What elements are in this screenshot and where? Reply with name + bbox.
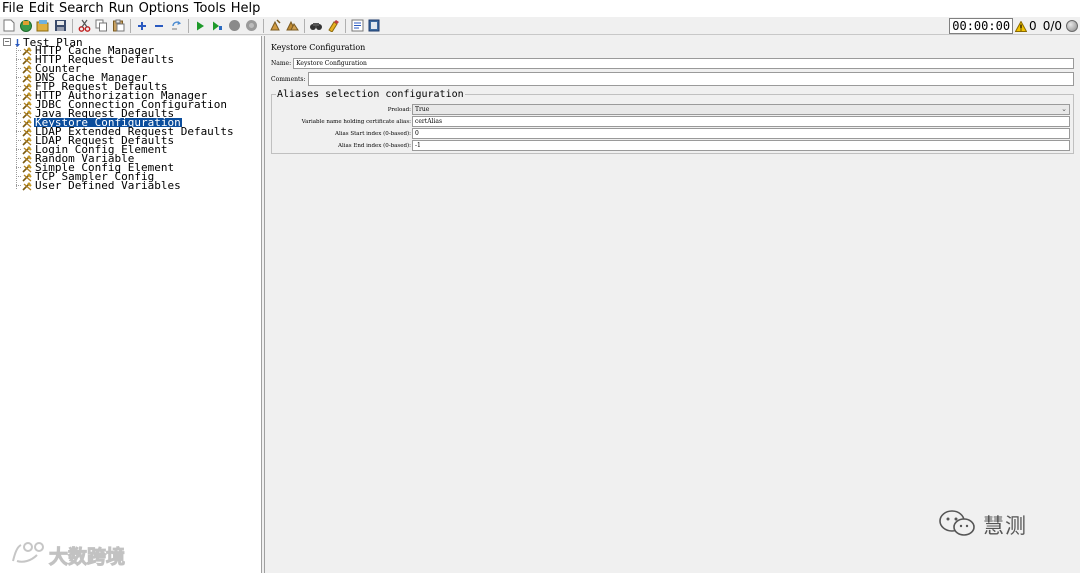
toolbar-separator <box>72 18 73 33</box>
elapsed-timer: 00:00:00 <box>949 18 1014 34</box>
end-index-label: Alias End index (0-based): <box>338 142 411 149</box>
collapse-toggle-icon[interactable]: − <box>3 38 11 46</box>
function-helper-icon[interactable] <box>349 19 365 33</box>
watermark-logo-icon <box>10 541 46 569</box>
menu-help[interactable]: Help <box>231 0 261 17</box>
menu-search[interactable]: Search <box>59 0 104 17</box>
reset-search-icon[interactable] <box>325 19 341 33</box>
paste-icon[interactable] <box>110 19 126 33</box>
comments-field[interactable] <box>307 72 1074 86</box>
new-icon[interactable] <box>1 19 17 33</box>
menu-tools[interactable]: Tools <box>194 0 226 17</box>
tree-item-label: User Defined Variables <box>35 179 181 192</box>
warning-count: 0 <box>1029 19 1037 33</box>
help-icon[interactable] <box>366 19 382 33</box>
tree-items: HTTP Cache Manager HTTP Request Defaults… <box>16 45 235 192</box>
name-row: Name: Keystore Configuration <box>271 57 1074 69</box>
toolbar-separator <box>263 18 264 33</box>
config-panel: Keystore Configuration Name: Keystore Co… <box>264 36 1080 573</box>
group-title: Aliases selection configuration <box>276 89 465 100</box>
preload-value: True <box>415 106 430 113</box>
toolbar-separator <box>188 18 189 33</box>
menu-edit[interactable]: Edit <box>29 0 54 17</box>
variable-row: Variable name holding certificate alias:… <box>272 116 1073 127</box>
start-no-pauses-icon[interactable] <box>209 19 225 33</box>
clear-all-icon[interactable] <box>284 19 300 33</box>
panel-title: Keystore Configuration <box>271 43 366 52</box>
end-index-row: Alias End index (0-based): -1 <box>272 140 1073 151</box>
cut-icon[interactable] <box>76 19 92 33</box>
collapse-icon[interactable] <box>151 19 167 33</box>
stop-icon[interactable] <box>226 19 242 33</box>
open-icon[interactable] <box>35 19 51 33</box>
name-field[interactable]: Keystore Configuration <box>293 57 1074 69</box>
watermark-right-text: 慧测 <box>983 514 1027 538</box>
run-status-light-icon <box>1066 20 1078 32</box>
toolbar-separator <box>130 18 131 33</box>
variable-field[interactable]: certAlias <box>412 116 1070 127</box>
warning-icon[interactable] <box>1014 17 1028 36</box>
toggle-icon[interactable] <box>168 19 184 33</box>
aliases-selection-group: Aliases selection configuration Preload:… <box>271 89 1074 154</box>
start-index-label: Alias Start index (0-based): <box>334 130 411 137</box>
preload-row: Preload: True ⌄ <box>272 104 1073 115</box>
toolbar-separator <box>304 18 305 33</box>
start-index-field[interactable]: 0 <box>412 128 1070 139</box>
shutdown-icon[interactable] <box>243 19 259 33</box>
preload-label: Preload: <box>387 106 411 113</box>
variable-label: Variable name holding certificate alias: <box>301 118 411 125</box>
wechat-icon <box>937 508 977 542</box>
toolbar: 00:00:00 0 0/0 <box>0 17 1080 35</box>
menu-bar: File Edit Search Run Options Tools Help <box>0 0 1080 17</box>
chevron-down-icon[interactable]: ⌄ <box>1061 105 1067 114</box>
preload-select[interactable]: True ⌄ <box>412 104 1070 115</box>
toolbar-separator <box>345 18 346 33</box>
menu-file[interactable]: File <box>2 0 24 17</box>
start-index-row: Alias Start index (0-based): 0 <box>272 128 1073 139</box>
clear-icon[interactable] <box>267 19 283 33</box>
watermark-left: 大数跨境 <box>10 541 126 569</box>
copy-icon[interactable] <box>93 19 109 33</box>
expand-icon[interactable] <box>134 19 150 33</box>
menu-run[interactable]: Run <box>109 0 134 17</box>
templates-icon[interactable] <box>18 19 34 33</box>
save-icon[interactable] <box>52 19 68 33</box>
tree-item-user-defined-variables[interactable]: User Defined Variables <box>16 179 235 192</box>
menu-options[interactable]: Options <box>139 0 189 17</box>
start-icon[interactable] <box>192 19 208 33</box>
config-element-icon <box>22 176 34 195</box>
test-plan-tree[interactable]: − Test Plan HTTP Cache Manager HTTP Requ… <box>0 36 262 573</box>
watermark-right: 慧测 <box>937 508 1027 542</box>
thread-counts: 0/0 <box>1042 19 1062 33</box>
watermark-left-text: 大数跨境 <box>48 545 126 568</box>
comments-row: Comments: <box>271 72 1074 86</box>
end-index-field[interactable]: -1 <box>412 140 1070 151</box>
comments-label: Comments: <box>271 75 306 83</box>
name-label: Name: <box>271 59 292 67</box>
search-icon[interactable] <box>308 19 324 33</box>
status-area: 00:00:00 0 0/0 <box>949 17 1078 35</box>
